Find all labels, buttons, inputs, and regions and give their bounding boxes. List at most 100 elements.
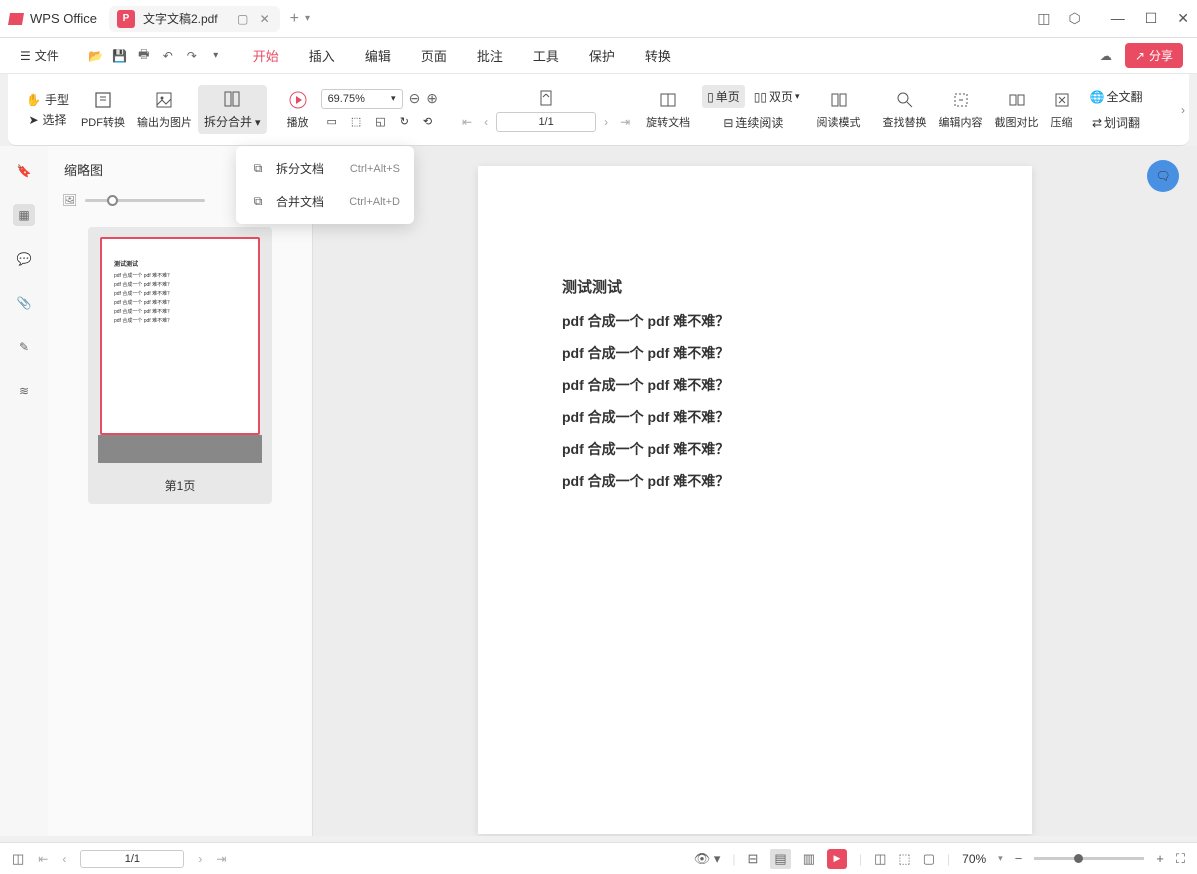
sb-prev[interactable]: ‹: [62, 852, 66, 866]
single-page-button[interactable]: ▯单页: [702, 85, 745, 108]
screenshot-compare-button[interactable]: 截图对比: [989, 86, 1045, 134]
zoom-slider[interactable]: [1034, 857, 1144, 860]
zoom-out-icon[interactable]: ⊖: [409, 90, 421, 107]
zoom-in-button[interactable]: +: [1156, 851, 1164, 866]
first-page[interactable]: ⇤: [458, 115, 476, 129]
minimize-button[interactable]: —: [1111, 10, 1125, 27]
double-page-button[interactable]: ▯▯双页▾: [749, 85, 805, 108]
chevron-down-icon[interactable]: ▾: [305, 13, 310, 24]
fit-1[interactable]: ▭: [321, 112, 341, 131]
edit-content-button[interactable]: 编辑内容: [933, 86, 989, 134]
fit-page-icon[interactable]: ⬚: [898, 851, 910, 867]
page-input[interactable]: 1/1: [496, 112, 596, 132]
page-rotate-button[interactable]: ⇤ ‹ 1/1 › ⇥: [452, 84, 640, 136]
fit-3[interactable]: ◱: [370, 112, 390, 131]
sb-first[interactable]: ⇤: [38, 852, 48, 866]
tab-annot[interactable]: 批注: [475, 42, 505, 69]
close-button[interactable]: ✕: [1177, 10, 1189, 27]
split-merge-button[interactable]: 拆分合并 ▾: [198, 85, 267, 134]
document-tab[interactable]: P 文字文稿2.pdf ▢ ✕: [109, 6, 280, 32]
pdf-convert-button[interactable]: PDF转换: [75, 86, 131, 134]
word-translate-button[interactable]: ⇄划词翻: [1087, 111, 1145, 134]
more-icon[interactable]: ▾: [207, 47, 225, 65]
image-icon: [154, 90, 174, 110]
view3-icon[interactable]: ▥: [803, 851, 815, 867]
zoom-out-button[interactable]: −: [1015, 851, 1023, 866]
hand-tool[interactable]: ✋手型: [26, 91, 69, 108]
fit-2[interactable]: ⬚: [346, 112, 366, 131]
view1-icon[interactable]: ⊟: [748, 851, 759, 867]
sb-next[interactable]: ›: [198, 852, 202, 866]
dropdown-merge[interactable]: ⧉ 合并文档 Ctrl+Alt+D: [236, 185, 414, 218]
split-icon: [222, 89, 242, 109]
find-replace-button[interactable]: 查找替换: [877, 86, 933, 134]
select-tool[interactable]: ➤选择: [28, 111, 66, 128]
plus-icon[interactable]: +: [290, 10, 299, 28]
sb-play-button[interactable]: ▶: [827, 849, 847, 869]
share-button[interactable]: ↗ 分享: [1125, 43, 1183, 68]
read-mode-button[interactable]: 阅读模式: [811, 86, 867, 134]
fit-width-icon[interactable]: ◫: [874, 851, 886, 867]
cube-icon[interactable]: ⬡: [1068, 10, 1080, 27]
compress-button[interactable]: 压缩: [1045, 86, 1079, 134]
toolbar-expand[interactable]: ›: [1181, 103, 1185, 117]
new-tab[interactable]: + ▾: [290, 10, 310, 28]
fit-5[interactable]: ⟲: [418, 112, 437, 131]
tab-window-icon[interactable]: ▢: [236, 12, 250, 26]
panel-toggle-icon[interactable]: ◫: [12, 851, 24, 867]
tab-edit[interactable]: 编辑: [363, 42, 393, 69]
doc-line: pdf 合成一个 pdf 难不难？: [562, 311, 948, 331]
comment-icon[interactable]: 💬: [13, 248, 35, 270]
prev-page[interactable]: ‹: [480, 115, 492, 129]
print-icon[interactable]: 🖶: [135, 47, 153, 65]
image-small-icon: 🖼: [62, 193, 77, 207]
redo-icon[interactable]: ↷: [183, 47, 201, 65]
convert-icon: [93, 90, 113, 110]
continuous-read-button[interactable]: ⊟连续阅读: [718, 111, 788, 134]
sb-page-input[interactable]: 1/1: [80, 850, 184, 868]
tab-page[interactable]: 页面: [419, 42, 449, 69]
tab-close-icon[interactable]: ✕: [258, 12, 272, 26]
document-canvas[interactable]: 测试测试 pdf 合成一个 pdf 难不难？ pdf 合成一个 pdf 难不难？…: [313, 146, 1197, 836]
zoom-in-icon[interactable]: ⊕: [426, 90, 438, 107]
layers-icon[interactable]: ≋: [13, 380, 35, 402]
tab-protect[interactable]: 保护: [587, 42, 617, 69]
actual-size-icon[interactable]: ▢: [923, 851, 935, 867]
attachment-icon[interactable]: 📎: [13, 292, 35, 314]
thumbnail-page[interactable]: 测试测试 pdf 合成一个 pdf 难不难？ pdf 合成一个 pdf 难不难？…: [100, 237, 260, 435]
zoom-value[interactable]: 70%: [962, 852, 986, 866]
maximize-button[interactable]: ☐: [1145, 10, 1158, 27]
last-page[interactable]: ⇥: [616, 115, 634, 129]
thumb-footer: [98, 435, 262, 463]
doc-line: pdf 合成一个 pdf 难不难？: [562, 471, 948, 491]
open-icon[interactable]: 📂: [87, 47, 105, 65]
trans-icon: 🌐: [1090, 90, 1105, 104]
rotate-doc-button[interactable]: 旋转文档: [640, 86, 696, 134]
tab-convert[interactable]: 转换: [643, 42, 673, 69]
full-translate-button[interactable]: 🌐全文翻: [1085, 85, 1148, 108]
tab-start[interactable]: 开始: [251, 42, 281, 69]
fullscreen-icon[interactable]: ⛶: [1176, 851, 1185, 867]
panel-icon[interactable]: ◫: [1037, 10, 1050, 27]
dropdown-split[interactable]: ⧉ 拆分文档 Ctrl+Alt+S: [236, 152, 414, 185]
play-button[interactable]: 播放: [281, 86, 315, 134]
save-icon[interactable]: 💾: [111, 47, 129, 65]
eye-icon[interactable]: 👁 ▾: [694, 851, 721, 867]
fit-4[interactable]: ↻: [395, 112, 414, 131]
bookmark-icon[interactable]: 🔖: [13, 160, 35, 182]
thumbnail-card[interactable]: 测试测试 pdf 合成一个 pdf 难不难？ pdf 合成一个 pdf 难不难？…: [88, 227, 272, 504]
tab-insert[interactable]: 插入: [307, 42, 337, 69]
tab-tools[interactable]: 工具: [531, 42, 561, 69]
sb-last[interactable]: ⇥: [216, 852, 226, 866]
assistant-button[interactable]: 🗨: [1147, 160, 1179, 192]
doc-title: 测试测试: [562, 276, 948, 297]
file-menu[interactable]: ☰ 文件: [14, 43, 65, 68]
view2-icon[interactable]: ▤: [770, 849, 790, 869]
thumbnail-icon[interactable]: ▦: [13, 204, 35, 226]
export-image-button[interactable]: 输出为图片: [131, 86, 198, 134]
zoom-select[interactable]: 69.75%▾: [321, 89, 403, 109]
undo-icon[interactable]: ↶: [159, 47, 177, 65]
sign-icon[interactable]: ✎: [13, 336, 35, 358]
cloud-icon[interactable]: ☁: [1097, 47, 1115, 65]
next-page[interactable]: ›: [600, 115, 612, 129]
